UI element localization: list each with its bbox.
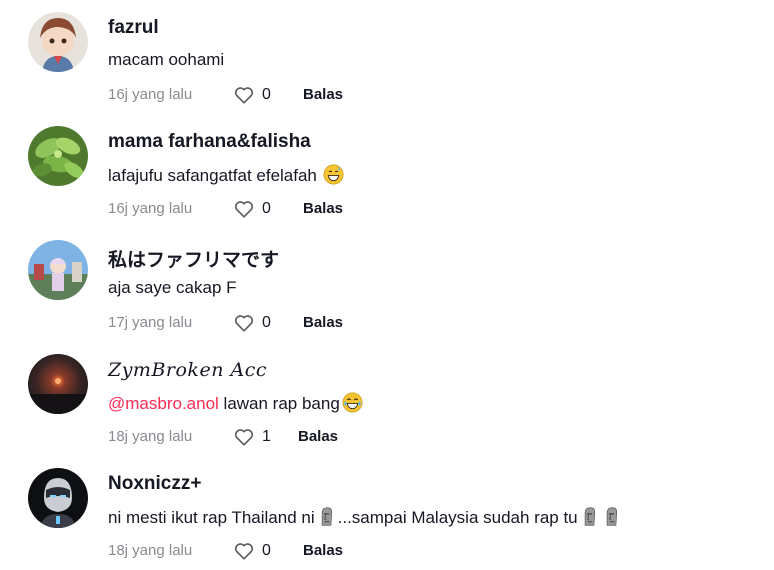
reply-button[interactable]: Balas [303, 86, 343, 103]
avatar[interactable] [28, 126, 88, 186]
username[interactable]: mama farhana&falisha [108, 131, 311, 153]
timestamp: 16j yang lalu [108, 86, 193, 103]
comment-item: 私はファフリマです aja saye cakap F 17j yang lalu… [0, 228, 774, 342]
moai-emoji-icon [584, 507, 595, 526]
avatar[interactable] [28, 12, 88, 72]
reply-button[interactable]: Balas [303, 542, 343, 559]
avatar[interactable] [28, 354, 88, 414]
comment-text: ni mesti ikut rap Thailand ni ...sampai … [108, 506, 622, 528]
like-count: 1 [262, 428, 271, 445]
heart-icon[interactable] [233, 426, 255, 448]
reply-button[interactable]: Balas [303, 314, 343, 331]
username[interactable]: ZymBroken Acc [108, 359, 267, 381]
game-character-avatar-icon [28, 240, 88, 300]
comment-item: fazrul macam oohami 16j yang lalu 0 Bala… [0, 0, 774, 114]
avatar[interactable] [28, 468, 88, 528]
like-count: 0 [262, 542, 271, 559]
like-count: 0 [262, 86, 271, 103]
timestamp: 18j yang lalu [108, 428, 193, 445]
username[interactable]: 私はファフリマです [108, 245, 279, 272]
mention-link[interactable]: @masbro.anol [108, 394, 219, 413]
comment-text: aja saye cakap F [108, 278, 237, 297]
heart-icon[interactable] [233, 84, 255, 106]
like-count: 0 [262, 314, 271, 331]
grinning-sweat-emoji-icon [323, 164, 344, 185]
comment-text: @masbro.anol lawan rap bang [108, 392, 363, 414]
sunset-avatar-icon [28, 354, 88, 414]
username[interactable]: Noxniczz+ [108, 473, 201, 495]
comment-text: lafajufu safangatfat efelafah [108, 164, 344, 186]
moai-emoji-icon [321, 507, 332, 526]
reply-button[interactable]: Balas [298, 428, 338, 445]
tears-of-joy-emoji-icon [342, 392, 363, 413]
heart-icon[interactable] [233, 540, 255, 562]
heart-icon[interactable] [233, 312, 255, 334]
username[interactable]: fazrul [108, 17, 159, 39]
plant-avatar-icon [28, 126, 88, 186]
comment-text: macam oohami [108, 50, 225, 69]
comment-item: Noxniczz+ ni mesti ikut rap Thailand ni … [0, 456, 774, 570]
comment-item: mama farhana&falisha lafajufu safangatfa… [0, 114, 774, 228]
like-count: 0 [262, 200, 271, 217]
timestamp: 16j yang lalu [108, 200, 193, 217]
anime-character-avatar-icon [28, 12, 88, 72]
moai-emoji-icon [606, 507, 617, 526]
heart-icon[interactable] [233, 198, 255, 220]
comment-item: ZymBroken Acc @masbro.anol lawan rap ban… [0, 342, 774, 456]
timestamp: 18j yang lalu [108, 542, 193, 559]
timestamp: 17j yang lalu [108, 314, 193, 331]
reply-button[interactable]: Balas [303, 200, 343, 217]
masked-character-avatar-icon [28, 468, 88, 528]
avatar[interactable] [28, 240, 88, 300]
